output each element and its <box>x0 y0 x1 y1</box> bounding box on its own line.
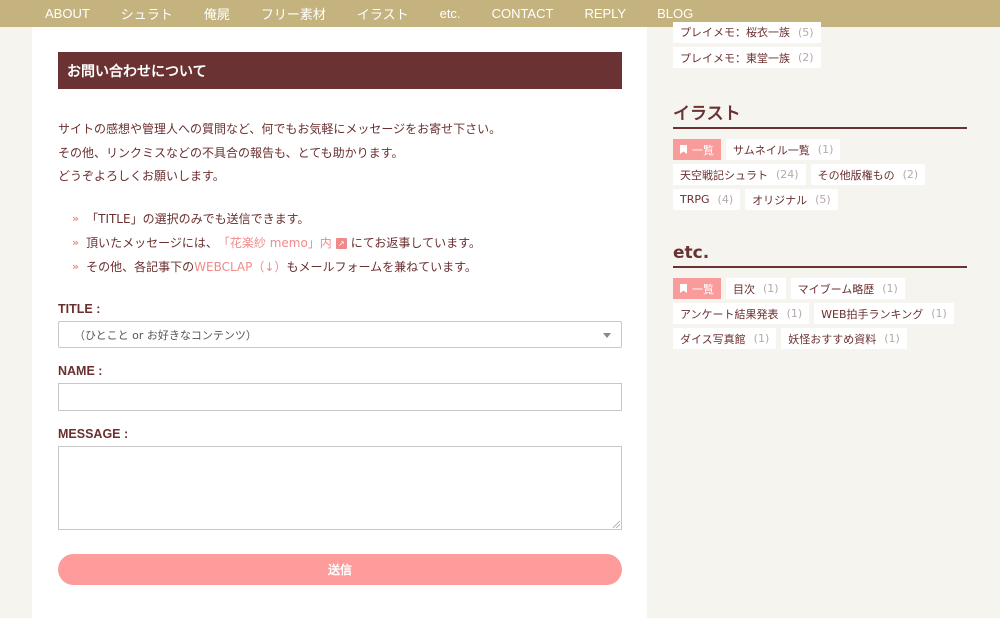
tag-count: (1) <box>786 307 803 320</box>
nav-free-materials[interactable]: フリー素材 <box>261 4 326 23</box>
etc-section: etc. 一覧 目次 (1) マイブーム略歴 (1) アンケート結果発表 (1) WE… <box>673 243 973 353</box>
nav-blog[interactable]: BLOG <box>657 6 693 21</box>
tag-count: (24) <box>776 168 799 181</box>
tag-count: (1) <box>763 282 779 295</box>
tag-item[interactable]: WEB拍手ランキング (1) <box>814 303 954 324</box>
nav-contact[interactable]: CONTACT <box>492 6 554 21</box>
illust-all-button[interactable]: 一覧 <box>673 139 721 160</box>
tag-label: 天空戦記シュラト <box>680 168 768 182</box>
tag-count: (5) <box>798 25 814 39</box>
message-label: MESSAGE : <box>58 427 129 441</box>
nav-etc[interactable]: etc. <box>440 6 461 21</box>
tag-item[interactable]: TRPG (4) <box>673 189 741 210</box>
note-text: もメールフォームを兼ねています。 <box>286 260 477 274</box>
tag-item[interactable]: プレイメモ：東堂一族 (2) <box>673 47 821 68</box>
tag-item[interactable]: アンケート結果発表 (1) <box>673 303 810 324</box>
note-text: 「TITLE」の選択のみでも送信できます。 <box>86 212 310 226</box>
note-text: にてお返事しています。 <box>350 236 481 250</box>
double-chevron-icon: » <box>72 236 79 249</box>
tag-count: (1) <box>817 143 834 156</box>
tag-count: (5) <box>815 193 831 206</box>
double-chevron-icon: » <box>72 260 79 273</box>
note-text: その他、各記事下の <box>86 260 195 274</box>
webclap-link[interactable]: WEBCLAP（↓） <box>194 255 286 279</box>
tag-count: (1) <box>884 332 900 345</box>
bookmark-icon <box>680 145 687 154</box>
double-chevron-icon: » <box>72 212 79 225</box>
tag-item[interactable]: オリジナル (5) <box>745 189 838 210</box>
etc-tag-list: 一覧 目次 (1) マイブーム略歴 (1) アンケート結果発表 (1) WEB拍手ラン… <box>673 278 973 353</box>
illust-tag-list: 一覧 サムネイル一覧 (1) 天空戦記シュラト (24) その他版権もの (2) TR… <box>673 139 973 214</box>
nav-about[interactable]: ABOUT <box>45 6 90 21</box>
intro-line: その他、リンクミスなどの不具合の報告も、とても助かります。 <box>58 145 404 160</box>
message-textarea[interactable] <box>58 446 622 530</box>
intro-line: サイトの感想や管理人への質問など、何でもお気軽にメッセージをお寄せ下さい。 <box>58 122 502 136</box>
tag-item[interactable]: ダイス写真館 (1) <box>673 328 777 349</box>
tag-label: 一覧 <box>692 282 714 296</box>
note-item: » 頂いたメッセージには、 「花楽紗 memo」内 ↗ にてお返事しています。 <box>72 231 481 255</box>
tag-label: プレイメモ：東堂一族 <box>680 51 790 65</box>
resize-handle-icon[interactable] <box>613 521 620 528</box>
illust-section: イラスト 一覧 サムネイル一覧 (1) 天空戦記シュラト (24) その他版権もの (… <box>673 99 973 214</box>
nav-shurato[interactable]: シュラト <box>121 4 173 23</box>
page-title: お問い合わせについて <box>58 52 622 89</box>
tag-item[interactable]: サムネイル一覧 (1) <box>726 139 841 160</box>
tag-label: アンケート結果発表 <box>680 307 779 321</box>
etc-heading: etc. <box>673 243 967 268</box>
tag-label: プレイメモ：桜衣一族 <box>680 26 790 39</box>
intro-line: どうぞよろしくお願いします。 <box>58 169 225 183</box>
nav-reply[interactable]: REPLY <box>584 6 626 21</box>
etc-all-button[interactable]: 一覧 <box>673 278 721 299</box>
tag-label: 目次 <box>733 282 755 296</box>
note-item: » その他、各記事下の WEBCLAP（↓） もメールフォームを兼ねています。 <box>72 255 481 279</box>
note-text: 頂いたメッセージには、 <box>86 236 218 250</box>
bookmark-icon <box>680 284 687 293</box>
chevron-down-icon <box>603 333 611 338</box>
tag-item[interactable]: 妖怪おすすめ資料 (1) <box>781 328 907 349</box>
title-label: TITLE : <box>58 302 101 316</box>
title-select[interactable]: （ひとこと or お好きなコンテンツ） <box>58 321 622 348</box>
tag-count: (2) <box>798 51 814 64</box>
memo-link[interactable]: 「花楽紗 memo」内 <box>218 231 332 255</box>
tag-label: ダイス写真館 <box>680 332 746 346</box>
notes-list: » 「TITLE」の選択のみでも送信できます。 » 頂いたメッセージには、 「花… <box>72 207 481 279</box>
title-select-value: （ひとこと or お好きなコンテンツ） <box>74 328 257 342</box>
nav-illust[interactable]: イラスト <box>357 4 409 23</box>
nav-oreshika[interactable]: 俺屍 <box>204 4 230 23</box>
tag-item[interactable]: 目次 (1) <box>726 278 786 299</box>
note-item: » 「TITLE」の選択のみでも送信できます。 <box>72 207 481 231</box>
tag-item[interactable]: その他版権もの (2) <box>810 164 926 185</box>
tag-label: 一覧 <box>692 143 714 157</box>
tag-label: オリジナル <box>752 193 808 207</box>
top-tag-list: プレイメモ：桜衣一族 (5) プレイメモ：東堂一族 (2) <box>673 21 973 72</box>
name-input[interactable] <box>58 383 622 411</box>
tag-label: TRPG <box>680 193 710 206</box>
illust-heading: イラスト <box>673 99 967 129</box>
main-content: お問い合わせについて サイトの感想や管理人への質問など、何でもお気軽にメッセージ… <box>32 27 647 618</box>
tag-label: その他版権もの <box>817 168 895 182</box>
name-label: NAME : <box>58 364 103 378</box>
tag-count: (4) <box>717 193 734 206</box>
tag-count: (1) <box>753 332 770 345</box>
submit-button[interactable]: 送信 <box>58 554 622 585</box>
tag-label: マイブーム略歴 <box>797 282 875 296</box>
tag-label: サムネイル一覧 <box>733 143 810 157</box>
tag-label: 妖怪おすすめ資料 <box>788 332 877 346</box>
tag-item[interactable]: プレイメモ：桜衣一族 (5) <box>673 21 821 43</box>
intro-text: サイトの感想や管理人への質問など、何でもお気軽にメッセージをお寄せ下さい。 その… <box>58 118 501 189</box>
tag-item[interactable]: マイブーム略歴 (1) <box>790 278 905 299</box>
external-link-icon: ↗ <box>335 237 347 249</box>
tag-item[interactable]: 天空戦記シュラト (24) <box>673 164 806 185</box>
tag-label: WEB拍手ランキング <box>821 307 924 321</box>
tag-count: (2) <box>902 168 919 181</box>
tag-count: (1) <box>931 307 947 320</box>
tag-count: (1) <box>882 282 898 295</box>
